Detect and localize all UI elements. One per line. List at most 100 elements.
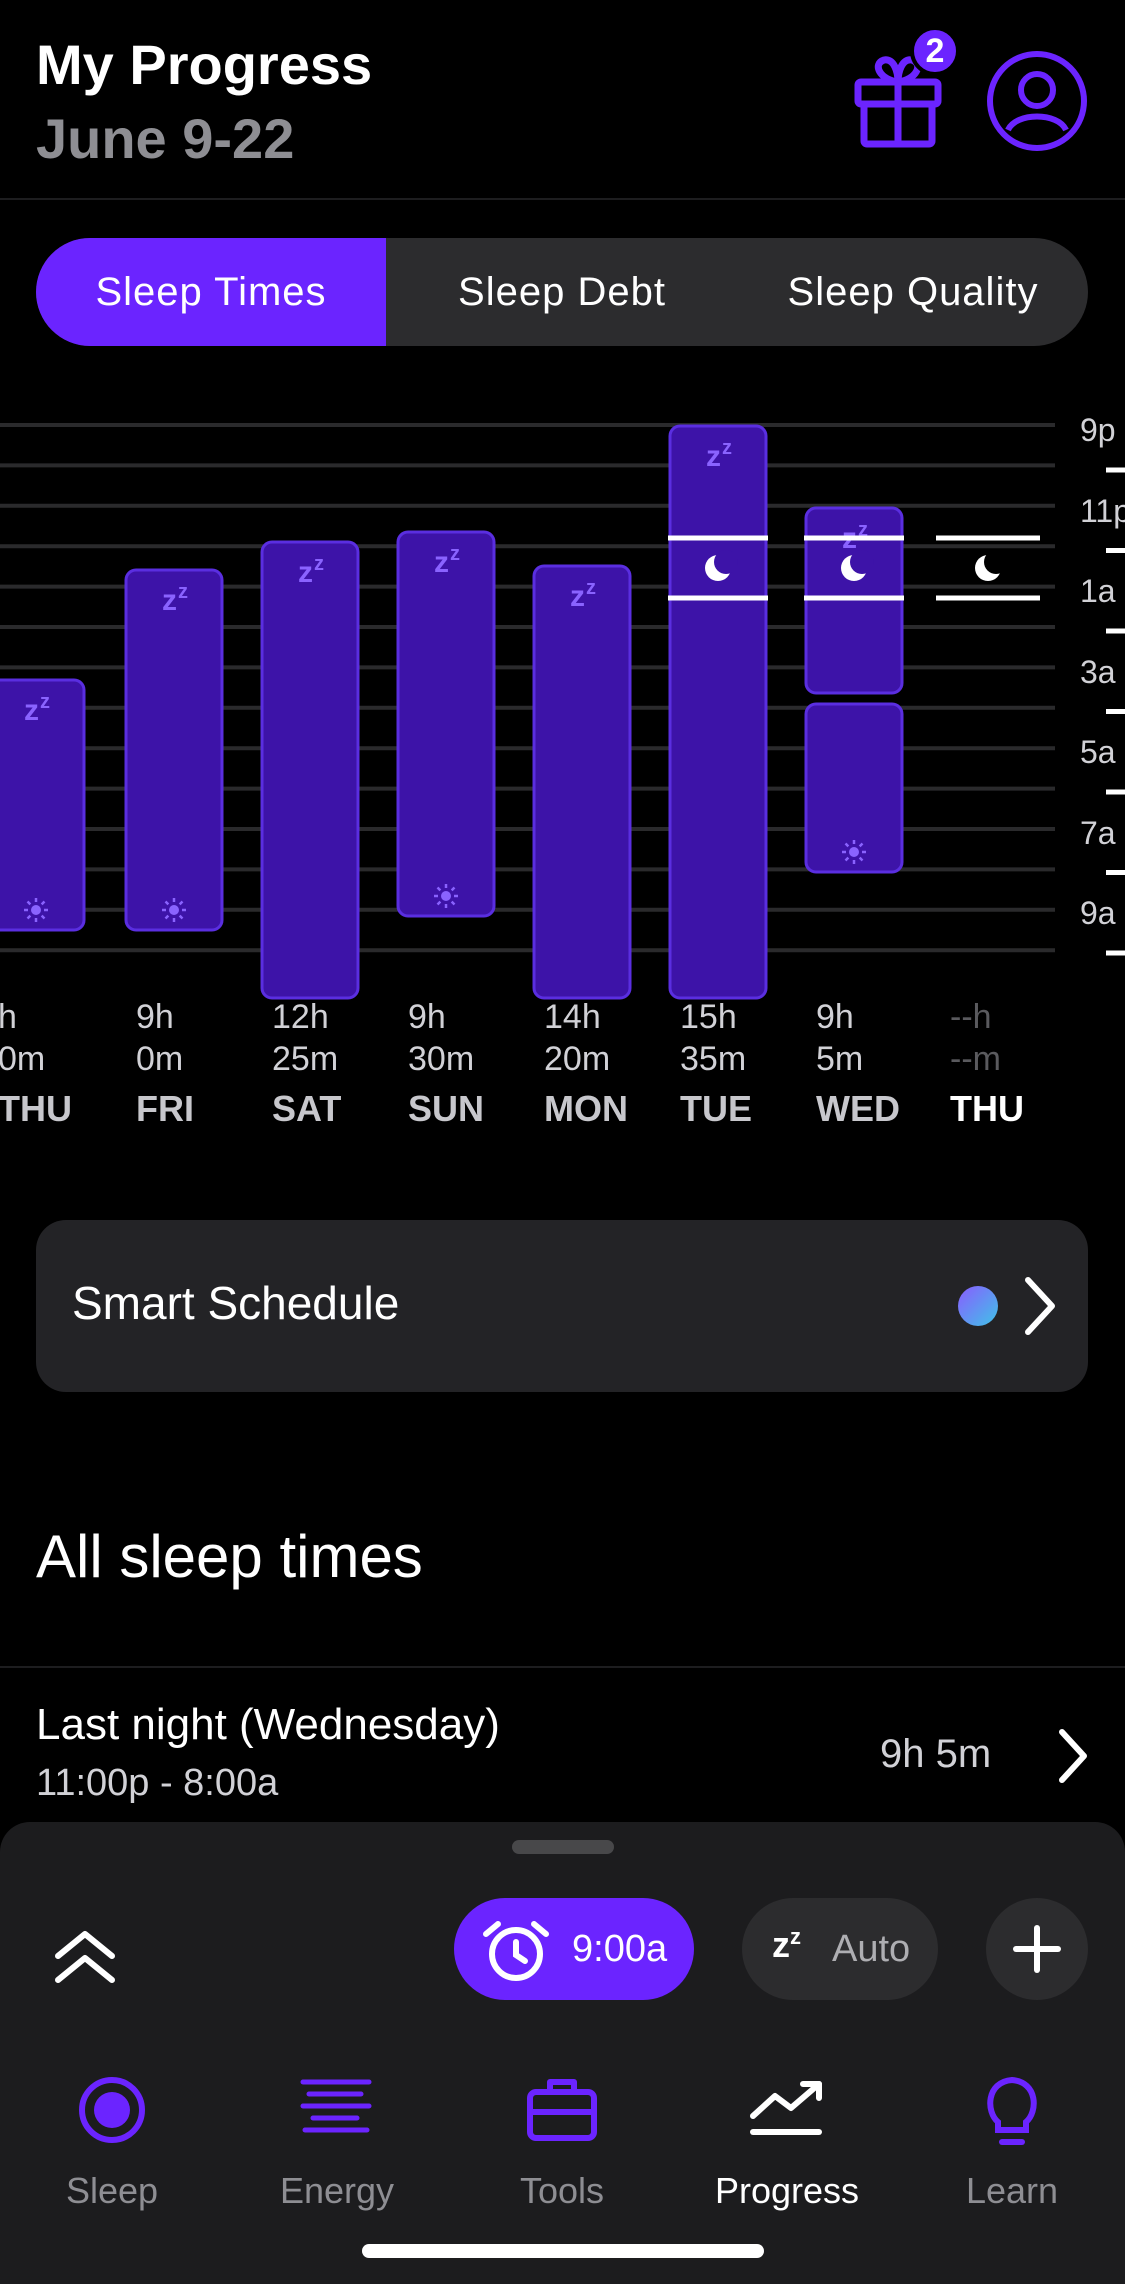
sleep-bar bbox=[396, 530, 496, 918]
tab-bar: Sleep Energy Tools Progress Learn bbox=[0, 2050, 1125, 2250]
entry-title: Last night (Wednesday) bbox=[36, 1700, 500, 1749]
divider bbox=[0, 1666, 1125, 1668]
sleep-times-chart: zzzzzzzzzzzzzz 9p 11p 1a 3a 5a 7a 9a h 0m THU 9h 0m… bbox=[0, 400, 1125, 1140]
home-indicator bbox=[362, 2244, 764, 2258]
duration-minutes-label: 35m bbox=[680, 1040, 747, 1078]
page-title: My Progress bbox=[36, 33, 373, 96]
segmented-control: Sleep Times Sleep Debt Sleep Quality bbox=[36, 238, 1088, 346]
sheet-handle[interactable] bbox=[512, 1840, 614, 1854]
sun-icon bbox=[434, 884, 458, 908]
duration-hours-label: 9h bbox=[816, 998, 854, 1036]
sleep-zz-icon: z bbox=[162, 584, 177, 617]
y-tick-label: 7a bbox=[1080, 814, 1116, 851]
duration-hours-label: --h bbox=[950, 998, 992, 1036]
duration-hours-label: 9h bbox=[136, 998, 174, 1036]
profile-icon[interactable] bbox=[986, 50, 1088, 152]
day-label[interactable]: SAT bbox=[272, 1088, 341, 1130]
sleep-zz-icon: z bbox=[178, 581, 188, 603]
energy-icon bbox=[300, 2079, 372, 2133]
day-label[interactable]: THU bbox=[950, 1088, 1024, 1130]
sleep-zz-icon: z bbox=[722, 437, 732, 459]
tab-sleep-debt[interactable]: Sleep Debt bbox=[386, 238, 738, 346]
entry-duration: 9h 5m bbox=[880, 1732, 992, 1776]
date-range: June 9-22 bbox=[36, 107, 295, 170]
clock-icon bbox=[958, 1286, 998, 1326]
auto-sleep-button[interactable]: zz Auto bbox=[742, 1898, 938, 2000]
day-label[interactable]: MON bbox=[544, 1088, 628, 1130]
sleep-zz-icon: z bbox=[24, 694, 39, 727]
duration-minutes-label: --m bbox=[950, 1040, 1001, 1078]
chart-canvas: zzzzzzzzzzzzzz bbox=[0, 423, 1125, 1000]
duration-hours-label: 14h bbox=[544, 998, 601, 1036]
add-button[interactable] bbox=[986, 1898, 1088, 2000]
sleep-bar bbox=[124, 568, 224, 932]
sleep-zz-icon: z bbox=[40, 691, 50, 713]
y-tick-label: 1a bbox=[1080, 573, 1116, 609]
duration-minutes-label: 20m bbox=[544, 1040, 611, 1078]
tab-learn[interactable]: Learn bbox=[912, 2050, 1112, 2211]
tab-tools[interactable]: Tools bbox=[462, 2050, 662, 2211]
duration-hours-label: 9h bbox=[408, 998, 446, 1036]
notification-badge: 2 bbox=[910, 26, 960, 76]
plus-icon bbox=[1013, 1925, 1061, 1973]
moon-icon bbox=[975, 550, 1008, 581]
y-tick-label: 3a bbox=[1080, 653, 1116, 690]
tab-sleep[interactable]: Sleep bbox=[12, 2050, 212, 2211]
chevron-right-icon bbox=[1025, 1277, 1055, 1335]
alarm-button[interactable]: 9:00a bbox=[454, 1898, 694, 2000]
sleep-bar bbox=[668, 424, 768, 1000]
duration-minutes-label: 5m bbox=[816, 1040, 864, 1078]
y-tick-label: 9p bbox=[1080, 412, 1116, 448]
duration-minutes-label: 0m bbox=[136, 1040, 184, 1078]
smart-schedule-card[interactable]: Smart Schedule bbox=[36, 1220, 1088, 1392]
duration-minutes-label: 30m bbox=[408, 1040, 475, 1078]
day-label[interactable]: SUN bbox=[408, 1088, 484, 1130]
section-title: All sleep times bbox=[36, 1523, 423, 1590]
sleep-zz-icon: zz bbox=[772, 1924, 801, 1965]
toolbox-icon bbox=[527, 2079, 597, 2141]
sleep-zz-icon: z bbox=[570, 580, 585, 613]
duration-hours-label: 12h bbox=[272, 998, 329, 1036]
tab-sleep-quality[interactable]: Sleep Quality bbox=[738, 238, 1088, 346]
sleep-bar bbox=[0, 678, 86, 932]
tab-label: Tools bbox=[519, 2170, 605, 2211]
sleep-bar bbox=[532, 564, 632, 1000]
sleep-bar bbox=[260, 540, 360, 1000]
sun-icon bbox=[162, 898, 186, 922]
day-label[interactable]: THU bbox=[0, 1088, 72, 1130]
tab-sleep-times[interactable]: Sleep Times bbox=[36, 238, 386, 346]
progress-icon bbox=[750, 2081, 822, 2135]
auto-label: Auto bbox=[832, 1928, 911, 1970]
tab-progress[interactable]: Progress bbox=[687, 2050, 887, 2211]
tab-label: Progress bbox=[714, 2170, 860, 2211]
day-label[interactable]: WED bbox=[816, 1088, 900, 1130]
sleep-zz-icon: z bbox=[434, 546, 449, 579]
sleep-zz-icon: z bbox=[314, 553, 324, 575]
chevron-right-icon bbox=[1059, 1729, 1087, 1783]
expand-up-icon[interactable] bbox=[50, 1922, 120, 1992]
sleep-zz-icon: z bbox=[298, 556, 313, 589]
alarm-clock-icon bbox=[483, 1921, 549, 1981]
y-tick-label: 5a bbox=[1080, 734, 1116, 770]
duration-hours-label: h bbox=[0, 998, 17, 1036]
lightbulb-icon bbox=[987, 2076, 1037, 2145]
duration-minutes-label: 25m bbox=[272, 1040, 339, 1078]
tab-label: Sleep bbox=[65, 2170, 159, 2211]
tab-energy[interactable]: Energy bbox=[237, 2050, 437, 2211]
day-label[interactable]: FRI bbox=[136, 1088, 194, 1130]
sleep-zz-icon: z bbox=[450, 543, 460, 565]
tab-label: Energy bbox=[279, 2170, 395, 2211]
alarm-time: 9:00a bbox=[572, 1928, 668, 1970]
entry-time-range: 11:00p - 8:00a bbox=[36, 1762, 279, 1804]
sun-icon bbox=[842, 840, 866, 864]
day-label[interactable]: TUE bbox=[680, 1088, 752, 1130]
y-tick-label: 11p bbox=[1080, 492, 1125, 529]
header: My Progress June 9-22 2 bbox=[0, 0, 1125, 200]
duration-hours-label: 15h bbox=[680, 998, 737, 1036]
smart-schedule-label: Smart Schedule bbox=[72, 1277, 400, 1329]
sleep-zz-icon: z bbox=[586, 577, 596, 599]
sleep-zz-icon: z bbox=[706, 440, 721, 473]
duration-minutes-label: 0m bbox=[0, 1040, 46, 1078]
sun-icon bbox=[24, 898, 48, 922]
sleep-bar bbox=[804, 702, 904, 874]
